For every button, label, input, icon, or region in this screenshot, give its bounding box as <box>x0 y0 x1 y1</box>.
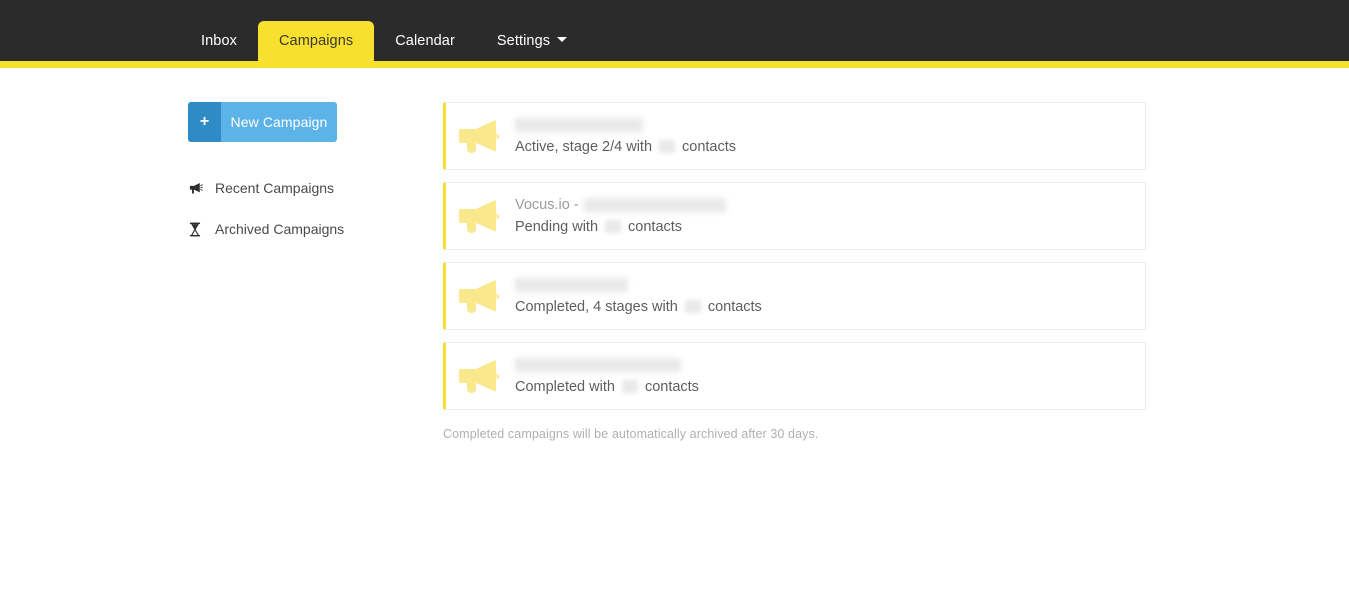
new-campaign-button[interactable]: + New Campaign <box>188 102 337 142</box>
card-text: Active, stage 2/4 with contacts <box>515 118 1145 155</box>
redacted-contact-count <box>605 220 622 233</box>
card-text: Vocus.io - Pending with contacts <box>515 197 1145 235</box>
campaign-status-after: contacts <box>644 378 699 395</box>
campaign-list: Active, stage 2/4 with contacts Vocus.io… <box>443 102 1146 441</box>
redacted-title-block <box>583 198 726 212</box>
campaign-card[interactable]: Active, stage 2/4 with contacts <box>443 102 1146 170</box>
sidebar-item-recent-campaigns-label: Recent Campaigns <box>215 180 335 196</box>
megaphone-icon <box>443 356 515 396</box>
card-text: Completed with contacts <box>515 358 1145 395</box>
card-status-stripe <box>443 263 446 329</box>
sidebar-links: Recent Campaigns Archived Campaigns <box>188 173 395 244</box>
redacted-contact-count <box>659 140 676 153</box>
campaign-title <box>515 278 1133 293</box>
campaign-status-before: Completed with <box>515 378 615 395</box>
campaign-status: Pending with contacts <box>515 219 1133 235</box>
campaign-status-before: Completed, 4 stages with <box>515 298 678 315</box>
campaign-title <box>515 358 1133 373</box>
nav-tab-calendar[interactable]: Calendar <box>374 21 476 62</box>
megaphone-icon <box>443 276 515 316</box>
campaign-title <box>515 118 1133 133</box>
nav-tab-campaigns-label: Campaigns <box>278 32 354 49</box>
card-status-stripe <box>443 103 446 169</box>
redacted-title-block <box>515 118 643 132</box>
campaign-status-before: Pending with <box>515 218 599 235</box>
campaign-status-before: Active, stage 2/4 with <box>515 138 653 155</box>
megaphone-icon <box>443 116 515 156</box>
archive-footnote: Completed campaigns will be automaticall… <box>443 427 819 441</box>
redacted-title-block <box>515 278 628 292</box>
redacted-contact-count <box>621 380 638 393</box>
chevron-down-icon <box>557 37 568 43</box>
campaign-card[interactable]: Completed with contacts <box>443 342 1146 410</box>
nav-tab-settings-label: Settings <box>496 32 551 49</box>
nav-tab-calendar-label: Calendar <box>395 32 455 49</box>
campaign-card[interactable]: Vocus.io - Pending with contacts <box>443 182 1146 250</box>
megaphone-icon <box>188 181 210 195</box>
campaign-title-prefix: Vocus.io - <box>515 197 579 213</box>
campaign-card[interactable]: Completed, 4 stages with contacts <box>443 262 1146 330</box>
sidebar-item-archived-campaigns-label: Archived Campaigns <box>215 221 345 237</box>
redacted-title-block <box>515 358 681 372</box>
nav-tab-campaigns[interactable]: Campaigns <box>257 20 375 68</box>
redacted-contact-count <box>684 300 701 313</box>
hourglass-icon <box>188 222 210 237</box>
campaign-status: Active, stage 2/4 with contacts <box>515 139 1133 155</box>
megaphone-icon <box>443 196 515 236</box>
plus-icon: + <box>188 102 221 142</box>
card-text: Completed, 4 stages with contacts <box>515 278 1145 315</box>
nav-tab-inbox-label: Inbox <box>201 32 237 49</box>
campaign-status-after: contacts <box>628 218 683 235</box>
top-header: Inbox Campaigns Calendar Settings <box>0 0 1349 68</box>
page-body: + New Campaign Recent Campaigns Archived… <box>0 68 1349 441</box>
campaign-status: Completed with contacts <box>515 379 1133 395</box>
sidebar: + New Campaign Recent Campaigns Archived… <box>188 102 395 441</box>
campaign-status-after: contacts <box>682 138 737 155</box>
nav-tab-settings[interactable]: Settings <box>476 21 588 62</box>
sidebar-item-recent-campaigns[interactable]: Recent Campaigns <box>188 173 395 203</box>
new-campaign-button-label: New Campaign <box>221 102 337 142</box>
sidebar-item-archived-campaigns[interactable]: Archived Campaigns <box>188 214 395 244</box>
card-status-stripe <box>443 343 446 409</box>
nav-tab-inbox[interactable]: Inbox <box>180 21 258 62</box>
campaign-status-after: contacts <box>707 298 762 315</box>
campaign-status: Completed, 4 stages with contacts <box>515 299 1133 315</box>
campaign-title: Vocus.io - <box>515 197 1133 213</box>
card-status-stripe <box>443 183 446 249</box>
main-navigation: Inbox Campaigns Calendar Settings <box>180 0 588 68</box>
